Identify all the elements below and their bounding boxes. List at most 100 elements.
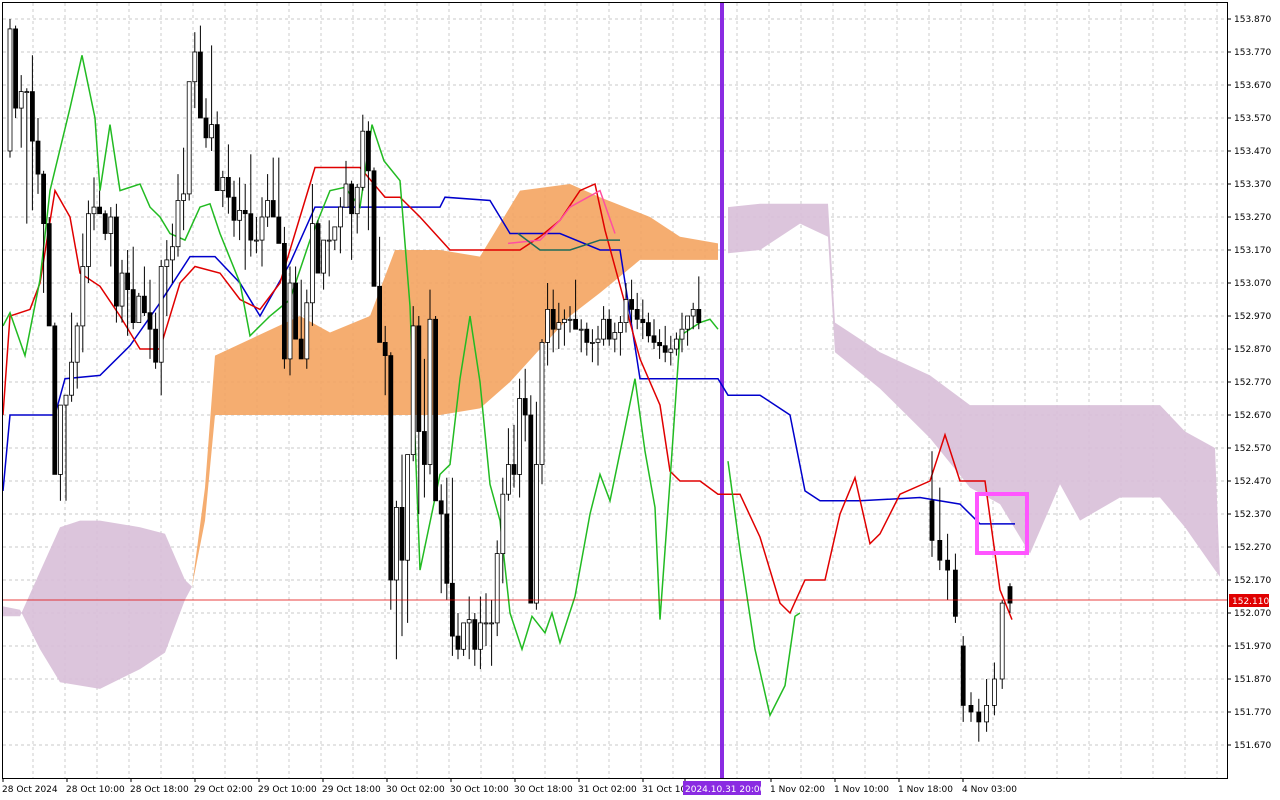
y-tick-label: 153.070 xyxy=(1234,279,1271,289)
candle-body-down xyxy=(371,170,377,287)
y-tick-label: 153.670 xyxy=(1234,81,1271,91)
candle-body-up xyxy=(556,322,562,330)
x-tick-label-highlighted: 2024.10.31 20:00 xyxy=(685,785,766,795)
candle-body-up xyxy=(545,308,550,343)
candle xyxy=(315,220,321,274)
candle-body-up xyxy=(999,602,1005,680)
candle-body-up xyxy=(181,193,187,201)
candle-body-up xyxy=(595,338,601,343)
y-tick-label: 152.770 xyxy=(1234,378,1271,388)
candle-body-down xyxy=(35,140,41,175)
candle xyxy=(528,395,534,604)
candle-body-down xyxy=(937,540,943,561)
candle-body-up xyxy=(489,622,495,625)
y-tick-label: 151.870 xyxy=(1234,675,1271,685)
candle-body-up xyxy=(265,200,271,218)
candle xyxy=(410,306,416,462)
candle-body-down xyxy=(522,398,528,416)
y-tick-label: 152.370 xyxy=(1234,510,1271,520)
candle-body-down xyxy=(276,216,282,244)
x-tick-label: 30 Oct 10:00 xyxy=(450,785,509,795)
candle-body-down xyxy=(438,500,444,515)
candle-body-up xyxy=(992,678,997,706)
y-tick-label: 152.470 xyxy=(1234,477,1271,487)
candle-body-down xyxy=(141,295,147,314)
candle-body-up xyxy=(287,282,293,360)
candle-body-up xyxy=(24,91,30,93)
candle-body-up xyxy=(253,239,259,242)
price-chart[interactable]: 153.870 153.770 153.670 153.570 153.470 153.3… xyxy=(0,0,1280,800)
candle-body-down xyxy=(528,414,534,604)
candle xyxy=(281,226,287,369)
candle-body-up xyxy=(7,28,13,152)
candle-body-up xyxy=(668,348,674,353)
candle-body-up xyxy=(505,464,511,495)
candle-body-up xyxy=(590,341,595,344)
candle-body-up xyxy=(410,325,416,455)
candle-body-up xyxy=(618,322,623,333)
candle xyxy=(52,322,58,475)
y-tick-label: 152.070 xyxy=(1234,609,1271,619)
y-tick-label: 153.270 xyxy=(1234,213,1271,223)
x-tick-label: 29 Oct 10:00 xyxy=(258,785,317,795)
y-tick-label: 153.570 xyxy=(1234,114,1271,124)
candle-body-up xyxy=(74,325,80,363)
candle-body-down xyxy=(953,569,958,617)
y-tick-label: 153.370 xyxy=(1234,180,1271,190)
candle-body-up xyxy=(984,705,989,723)
candle xyxy=(388,352,394,610)
candle-body-down xyxy=(662,345,668,353)
candle xyxy=(186,81,192,201)
candle-body-down xyxy=(214,124,220,191)
candle-body-down xyxy=(646,322,651,337)
y-tick-label: 152.970 xyxy=(1234,312,1271,322)
candle-body-down xyxy=(640,318,646,323)
candle-body-down xyxy=(153,328,159,363)
candle-body-down xyxy=(114,216,119,307)
candle-body-up xyxy=(567,318,573,321)
candle-body-down xyxy=(298,338,304,360)
candle-body-up xyxy=(534,464,539,604)
candle-body-up xyxy=(309,223,315,304)
candle-body-down xyxy=(242,209,248,215)
candle-body-up xyxy=(158,266,164,363)
x-tick-label: 1 Nov 10:00 xyxy=(834,785,889,795)
candle xyxy=(114,203,119,323)
candle-body-up xyxy=(91,206,97,215)
candle-body-up xyxy=(679,328,685,340)
candle-body-up xyxy=(337,206,343,228)
candle-body-down xyxy=(421,431,427,465)
candle-body-down xyxy=(651,335,657,343)
candle-body-down xyxy=(377,285,383,343)
x-tick-label: 29 Oct 18:00 xyxy=(322,785,381,795)
x-tick-label: 1 Nov 02:00 xyxy=(770,785,825,795)
candle-body-down xyxy=(657,341,662,347)
y-tick-label: 153.770 xyxy=(1234,48,1271,58)
candle-body-up xyxy=(539,341,545,465)
candle-body-down xyxy=(472,619,478,650)
candle-body-down xyxy=(365,130,371,172)
candle-body-down xyxy=(293,282,299,340)
candle-body-up xyxy=(393,506,399,581)
x-tick-label: 29 Oct 02:00 xyxy=(194,785,253,795)
candle xyxy=(999,599,1005,689)
candle-body-up xyxy=(461,622,467,650)
candle-body-up xyxy=(674,338,679,350)
x-tick-label: 30 Oct 18:00 xyxy=(514,785,573,795)
candle-body-up xyxy=(477,622,483,650)
candle-body-up xyxy=(18,91,24,109)
candle-body-up xyxy=(119,272,125,307)
candle xyxy=(539,339,545,485)
candle xyxy=(136,292,142,324)
x-tick-label: 31 Oct 02:00 xyxy=(578,785,637,795)
candle-body-down xyxy=(382,341,388,356)
x-tick-label: 30 Oct 02:00 xyxy=(386,785,445,795)
candle-body-down xyxy=(231,196,237,221)
candle xyxy=(287,266,293,376)
candle-body-down xyxy=(13,28,19,109)
y-tick-label: 152.870 xyxy=(1234,345,1271,355)
candle-body-up xyxy=(192,51,198,83)
x-tick-label: 28 Oct 18:00 xyxy=(130,785,189,795)
candle-body-down xyxy=(455,635,461,650)
candle-body-down xyxy=(634,308,640,320)
